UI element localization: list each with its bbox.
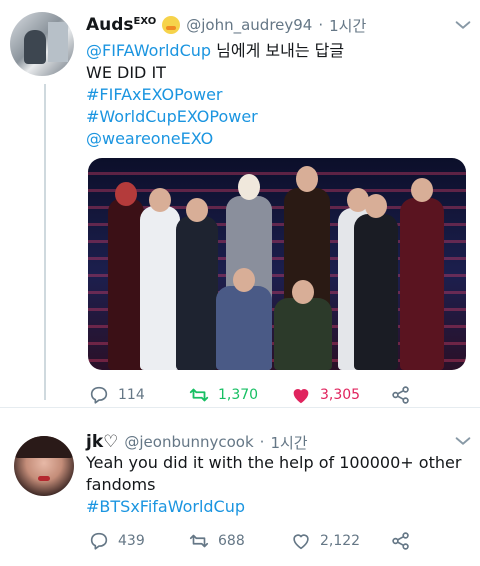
share-icon xyxy=(392,532,409,550)
retweet-icon xyxy=(189,388,209,402)
author-name[interactable]: AudsEXO xyxy=(86,15,156,35)
reply-count: 114 xyxy=(118,387,145,403)
reply-to-mention[interactable]: @FIFAWorldCup xyxy=(86,41,211,60)
tweet-body: @FIFAWorldCup 님에게 보내는 답글 WE DID IT #FIFA… xyxy=(86,40,344,150)
chick-emoji-icon xyxy=(162,16,181,34)
reply-to-text: 님에게 보내는 답글 xyxy=(211,41,345,60)
separator-dot: · xyxy=(318,16,324,34)
share-icon xyxy=(392,386,409,404)
author-name[interactable]: jk♡ xyxy=(86,432,118,452)
like-count: 2,122 xyxy=(320,533,361,549)
reply-icon xyxy=(90,386,108,404)
timestamp[interactable]: 1시간 xyxy=(329,15,366,36)
thread-line xyxy=(44,84,46,400)
retweet-count: 1,370 xyxy=(218,387,259,403)
tweet-photo[interactable] xyxy=(88,158,466,370)
like-icon xyxy=(293,534,309,550)
author-handle[interactable]: @john_audrey94 xyxy=(186,16,312,34)
reply-count: 439 xyxy=(118,533,145,549)
timestamp[interactable]: 1시간 xyxy=(270,432,307,453)
retweet-button[interactable]: 688 xyxy=(188,530,245,552)
chevron-down-icon[interactable] xyxy=(452,430,474,452)
reply-icon xyxy=(90,532,108,550)
hashtag-link[interactable]: #WorldCupEXOPower xyxy=(86,106,344,128)
hashtag-link[interactable]: #BTSxFifaWorldCup xyxy=(86,496,466,518)
like-icon xyxy=(293,389,309,404)
share-button[interactable] xyxy=(390,530,420,552)
avatar[interactable] xyxy=(10,12,74,76)
retweet-count: 688 xyxy=(218,533,245,549)
like-button[interactable]: 3,305 xyxy=(290,384,360,406)
share-button[interactable] xyxy=(390,384,420,406)
like-button[interactable]: 2,122 xyxy=(290,530,360,552)
hashtag-link[interactable]: #FIFAxEXOPower xyxy=(86,84,344,106)
author-handle[interactable]: @jeonbunnycook xyxy=(124,433,253,451)
separator-dot: · xyxy=(259,433,265,451)
tweet-text: Yeah you did it with the help of 100000+… xyxy=(86,453,462,494)
reply-button[interactable]: 439 xyxy=(88,530,145,552)
author-name-superscript: EXO xyxy=(133,16,157,27)
reply-context: @FIFAWorldCup 님에게 보내는 답글 xyxy=(86,40,344,62)
tweet-divider xyxy=(0,407,480,408)
tweet-body: Yeah you did it with the help of 100000+… xyxy=(86,452,466,518)
avatar[interactable] xyxy=(14,436,74,496)
tweet-header: jk♡ @jeonbunnycook · 1시간 xyxy=(86,430,308,454)
tweet[interactable]: AudsEXO @john_audrey94 · 1시간 @FIFAWorldC… xyxy=(0,0,480,408)
mention-link[interactable]: @weareoneEXO xyxy=(86,128,344,150)
tweet-text: WE DID IT xyxy=(86,63,166,82)
retweet-button[interactable]: 1,370 xyxy=(188,384,258,406)
reply-button[interactable]: 114 xyxy=(88,384,145,406)
retweet-icon xyxy=(189,534,209,548)
tweet-header: AudsEXO @john_audrey94 · 1시간 xyxy=(86,14,366,36)
chevron-down-icon[interactable] xyxy=(452,14,474,36)
like-count: 3,305 xyxy=(320,387,361,403)
